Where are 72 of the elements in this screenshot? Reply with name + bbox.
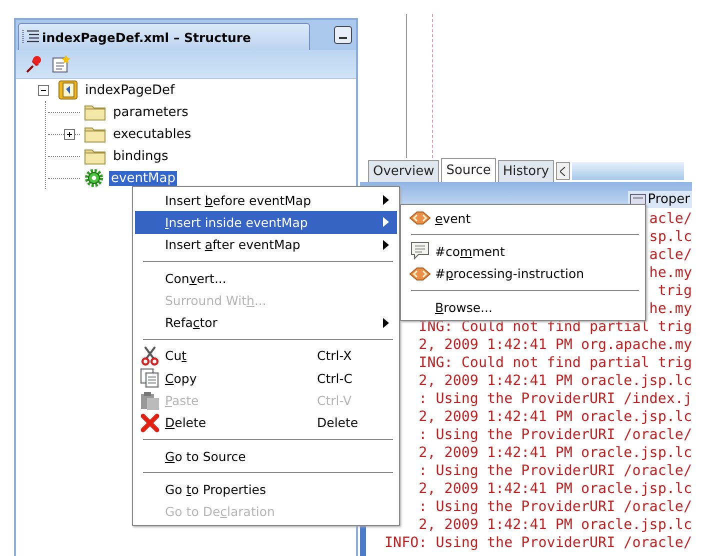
expander-icon[interactable]: [64, 128, 75, 140]
xml-tag-icon: [409, 211, 431, 226]
minimize-icon: [339, 37, 347, 39]
log-line: 2, 2009 1:42:41 PM oracle.jsp.lc: [418, 408, 692, 426]
chevron-left-icon: [560, 166, 566, 176]
menu-item[interactable]: Go to Source: [135, 444, 397, 468]
log-line: ING: Could not find partial trig: [418, 354, 692, 372]
log-line: trig: [658, 282, 692, 300]
folder-icon: [84, 125, 106, 143]
tree-item[interactable]: eventMap: [109, 170, 178, 186]
note-icon[interactable]: [51, 54, 71, 74]
structure-icon: [22, 29, 40, 45]
editor-tab[interactable]: Overview: [368, 160, 440, 182]
minimize-button[interactable]: [334, 26, 352, 44]
scrollbar[interactable]: [572, 162, 684, 180]
focus-bar: [360, 526, 366, 556]
menu-item[interactable]: Refactor: [135, 311, 397, 334]
log-line: 2, 2009 1:42:41 PM oracle.jsp.lc: [418, 480, 692, 498]
menu-item[interactable]: Browse...: [403, 296, 643, 318]
tree-item[interactable]: indexPageDef: [83, 82, 177, 98]
expander-icon[interactable]: [38, 84, 49, 96]
menu-item[interactable]: #comment: [403, 240, 643, 263]
menu-item[interactable]: Copy Ctrl-C: [135, 367, 397, 390]
copy-icon: [140, 368, 160, 388]
menu-item[interactable]: Insert after eventMap: [135, 234, 397, 256]
log-line: 2, 2009 1:42:41 PM oracle.jsp.lc: [418, 372, 692, 390]
log-line: 2, 2009 1:42:41 PM oracle.jsp.lc: [418, 516, 692, 534]
comment-icon: [410, 241, 430, 262]
gear-icon: [84, 168, 104, 188]
log-line: : Using the ProviderURI /oracle/: [418, 498, 692, 516]
menu-item[interactable]: Convert...: [135, 266, 397, 290]
page-definition-icon: [58, 80, 78, 100]
log-line: : Using the ProviderURI /index.j: [418, 390, 692, 408]
properties-tab[interactable]: Proper: [628, 191, 692, 208]
submenu-arrow-icon: [383, 240, 389, 250]
log-line: sp.lc: [649, 228, 692, 246]
menu-item[interactable]: Delete Delete: [135, 412, 397, 434]
editor-tab[interactable]: Source: [441, 158, 496, 182]
pin-icon[interactable]: [24, 54, 44, 74]
log-line: he.my: [649, 300, 692, 318]
log-line: 2, 2009 1:42:41 PM oracle.jsp.lc: [418, 444, 692, 462]
editor-tab[interactable]: History: [498, 160, 554, 182]
menu-item[interactable]: Go to Properties: [135, 478, 397, 501]
tree-item[interactable]: parameters: [111, 104, 190, 120]
submenu-arrow-icon: [383, 195, 389, 206]
panel-title: indexPageDef.xml – Structure: [42, 30, 252, 44]
menu-item[interactable]: event: [403, 207, 643, 230]
panel-tab[interactable]: indexPageDef.xml – Structure: [18, 23, 310, 50]
menu-item[interactable]: Cut Ctrl-X: [135, 344, 397, 368]
xml-tag-icon: [409, 266, 431, 281]
log-line: acle/: [649, 246, 692, 264]
tree-item[interactable]: executables: [111, 126, 194, 142]
folder-icon: [84, 103, 106, 121]
log-line: : Using the ProviderURI /oracle/: [418, 462, 692, 480]
submenu-arrow-icon: [383, 318, 389, 328]
delete-icon: [140, 412, 160, 433]
window-icon: [630, 194, 646, 206]
scroll-left-button[interactable]: [556, 162, 570, 180]
menu-item[interactable]: #processing-instruction: [403, 262, 643, 285]
log-line: he.my: [649, 264, 692, 282]
clipboard-icon: [140, 390, 160, 411]
menu-item[interactable]: Insert inside eventMap: [135, 211, 397, 234]
menu-item[interactable]: Insert before eventMap: [135, 189, 397, 212]
tree-item[interactable]: bindings: [111, 148, 170, 164]
scissors-icon: [141, 346, 159, 366]
log-line: : Using the ProviderURI /oracle/: [418, 426, 692, 444]
log-line: INFO: Using the ProviderURI /oracle/: [384, 534, 692, 552]
submenu-arrow-icon: [383, 217, 389, 228]
log-line: 2, 2009 1:42:41 PM org.apache.my: [418, 336, 692, 354]
log-line: ING: Could not find partial trig: [418, 318, 692, 336]
log-line: acle/: [649, 210, 692, 228]
folder-icon: [84, 147, 106, 165]
